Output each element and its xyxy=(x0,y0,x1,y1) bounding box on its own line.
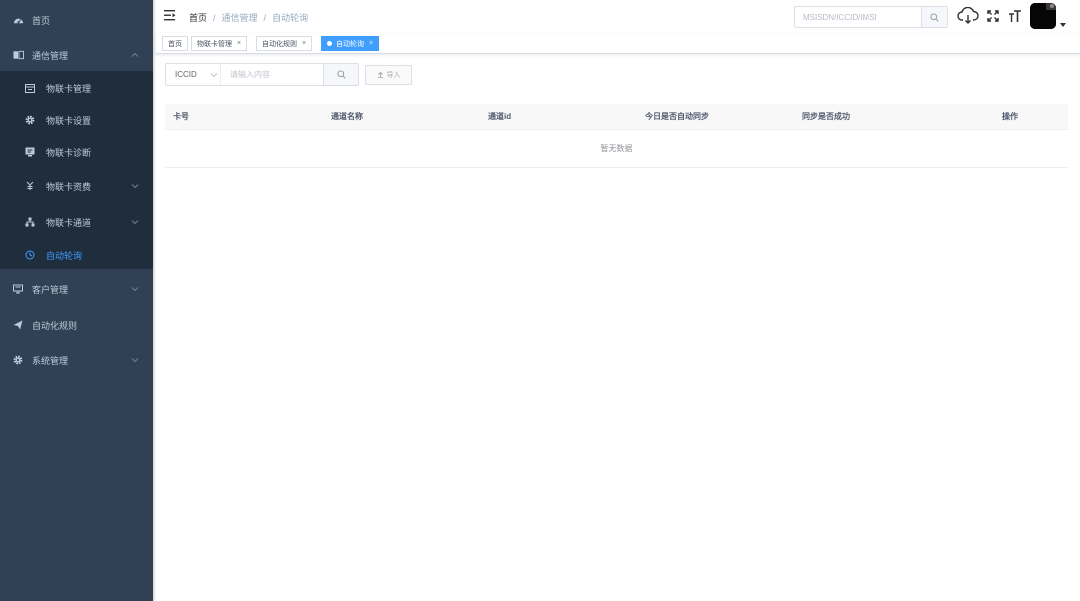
empty-text: 暂无数据 xyxy=(600,144,633,153)
import-label: 导入 xyxy=(386,72,401,79)
avatar[interactable] xyxy=(1030,3,1056,29)
send-icon xyxy=(12,319,24,331)
column-header: 通道id xyxy=(488,112,512,121)
tag-label: 自动化规则 xyxy=(262,40,297,48)
close-icon[interactable]: × xyxy=(302,40,306,47)
search-input[interactable] xyxy=(220,63,324,86)
column-header: 同步是否成功 xyxy=(802,112,850,121)
sidebar-item-card-manage[interactable]: 物联卡管理 xyxy=(0,71,153,105)
breadcrumb-separator: / xyxy=(213,12,216,23)
sidebar-item-label: 物联卡设置 xyxy=(46,115,92,126)
sidebar-item-comm[interactable]: 通信管理 xyxy=(0,38,153,72)
card-icon xyxy=(24,82,36,94)
tag-label: 自动轮询 xyxy=(336,40,364,48)
tags-view: 首页 物联卡管理 × 自动化规则 × 自动轮询 × xyxy=(156,33,1080,54)
chevron-down-icon xyxy=(210,71,218,81)
sidebar-item-card-channel[interactable]: 物联卡通道 xyxy=(0,205,153,239)
sidebar-item-auto-poll[interactable]: 自动轮询 xyxy=(0,238,153,272)
chevron-down-icon xyxy=(131,218,139,228)
hamburger-icon[interactable] xyxy=(164,10,176,23)
search-icon xyxy=(930,12,939,22)
close-icon[interactable]: × xyxy=(369,40,373,47)
tag-home[interactable]: 首页 xyxy=(162,36,188,51)
header-search-input[interactable] xyxy=(795,7,921,27)
breadcrumb-comm: 通信管理 xyxy=(221,13,258,23)
column-header: 今日是否自动同步 xyxy=(645,112,709,121)
chevron-up-icon xyxy=(131,51,139,61)
sidebar: 首页 通信管理 物联卡管理 物联卡设置 物联卡诊断 物联卡资费 物联卡通道 自动… xyxy=(0,0,153,601)
sidebar-item-automation[interactable]: 自动化规则 xyxy=(0,308,153,342)
sidebar-item-system[interactable]: 系统管理 xyxy=(0,343,153,377)
close-icon[interactable]: × xyxy=(237,40,241,47)
breadcrumb-current: 自动轮询 xyxy=(272,13,309,23)
sidebar-item-label: 物联卡通道 xyxy=(46,217,92,228)
search-icon xyxy=(336,70,346,79)
breadcrumb-separator: / xyxy=(263,12,267,23)
chevron-down-icon xyxy=(131,285,139,295)
column-header: 操作 xyxy=(1002,112,1018,121)
sidebar-item-label: 物联卡资费 xyxy=(46,181,92,192)
sidebar-item-card-settings[interactable]: 物联卡设置 xyxy=(0,103,153,137)
upload-icon xyxy=(377,71,384,80)
header-search xyxy=(794,6,948,28)
table-header: 卡号 通道名称 通道id 今日是否自动同步 同步是否成功 操作 xyxy=(165,104,1068,130)
tag-label: 物联卡管理 xyxy=(197,40,232,48)
sidebar-item-label: 自动轮询 xyxy=(46,250,83,261)
import-button[interactable]: 导入 xyxy=(365,65,412,85)
column-header: 通道名称 xyxy=(331,112,363,121)
breadcrumb: 首页 / 通信管理 / 自动轮询 xyxy=(189,11,308,24)
breadcrumb-home[interactable]: 首页 xyxy=(189,11,207,24)
dashboard-icon xyxy=(12,14,24,26)
header-search-button[interactable] xyxy=(921,7,947,27)
sidebar-item-label: 系统管理 xyxy=(32,355,69,366)
sidebar-item-label: 客户管理 xyxy=(32,284,69,295)
book-icon xyxy=(12,49,24,61)
caret-down-icon[interactable] xyxy=(1060,20,1066,30)
column-header: 卡号 xyxy=(173,112,189,121)
tag-label: 首页 xyxy=(168,40,182,48)
sidebar-item-card-tariff[interactable]: 物联卡资费 xyxy=(0,169,153,203)
poll-table: 卡号 通道名称 通道id 今日是否自动同步 同步是否成功 操作 暂无数据 xyxy=(165,104,1068,168)
sidebar-item-card-diagnose[interactable]: 物联卡诊断 xyxy=(0,135,153,169)
search-button[interactable] xyxy=(323,63,359,86)
active-dot xyxy=(327,41,332,46)
navbar: 首页 / 通信管理 / 自动轮询 xyxy=(156,0,1080,33)
gear-icon xyxy=(12,354,24,366)
tree-icon xyxy=(24,216,36,228)
clock-icon xyxy=(24,249,36,261)
search-type-value: ICCID xyxy=(175,70,197,79)
sidebar-item-label: 通信管理 xyxy=(32,50,69,61)
font-size-icon[interactable] xyxy=(1008,9,1022,25)
sidebar-item-customer[interactable]: 客户管理 xyxy=(0,272,153,306)
sidebar-item-home[interactable]: 首页 xyxy=(0,3,153,37)
sidebar-item-label: 首页 xyxy=(32,15,51,26)
screen-icon xyxy=(12,283,24,295)
monitor-icon xyxy=(24,146,36,158)
tag-card-manage[interactable]: 物联卡管理 × xyxy=(191,36,248,51)
fullscreen-icon[interactable] xyxy=(987,10,999,24)
chevron-down-icon xyxy=(131,356,139,366)
table-body: 暂无数据 xyxy=(165,130,1068,168)
sidebar-item-label: 自动化规则 xyxy=(32,320,78,331)
tariff-icon xyxy=(24,180,36,192)
gear-icon xyxy=(24,114,36,126)
tag-auto-poll[interactable]: 自动轮询 × xyxy=(321,36,380,51)
sidebar-item-label: 物联卡诊断 xyxy=(46,147,92,158)
tag-automation[interactable]: 自动化规则 × xyxy=(256,36,313,51)
chevron-down-icon xyxy=(131,182,139,192)
sidebar-shadow xyxy=(153,0,156,601)
search-type-select[interactable]: ICCID xyxy=(165,63,220,86)
sidebar-item-label: 物联卡管理 xyxy=(46,83,92,94)
cloud-download-icon[interactable] xyxy=(957,6,979,27)
